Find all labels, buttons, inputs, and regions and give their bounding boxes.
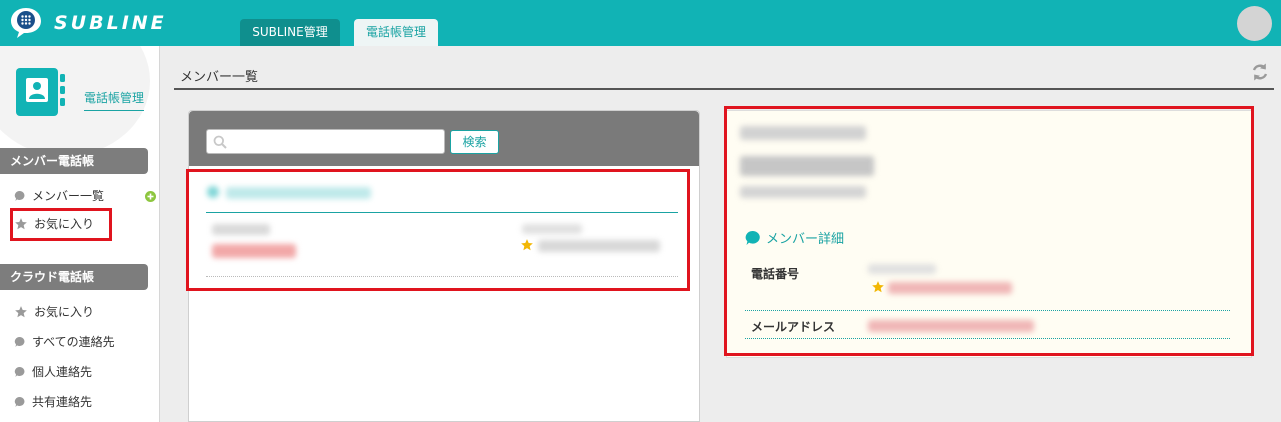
avatar[interactable]	[1237, 6, 1272, 41]
sidebar-title: 電話帳管理	[84, 89, 145, 111]
sidebar-item-label: お気に入り	[34, 305, 95, 319]
section-member-phonebook: メンバー電話帳	[0, 148, 148, 174]
search-icon	[213, 135, 227, 149]
section-cloud-phonebook: クラウド電話帳	[0, 264, 148, 290]
sidebar-item-member-list[interactable]: メンバー一覧	[14, 186, 104, 206]
speech-bubble-icon	[14, 396, 25, 407]
search-button[interactable]: 検索	[450, 130, 499, 154]
speech-bubble-icon	[14, 336, 25, 347]
address-book-icon	[16, 68, 65, 116]
list-search-bar: 検索	[189, 111, 699, 166]
sidebar-item-label: すべての連絡先	[32, 335, 115, 349]
sidebar-item-all-contacts[interactable]: すべての連絡先	[14, 332, 115, 352]
top-bar: SUBLINE SUBLINE管理 電話帳管理	[0, 0, 1281, 46]
star-icon	[15, 306, 27, 318]
add-icon[interactable]	[145, 191, 156, 202]
speech-bubble-icon	[14, 366, 25, 377]
page-title-divider	[174, 88, 1274, 90]
sidebar-item-label: 共有連絡先	[32, 395, 93, 409]
speech-bubble-icon	[14, 190, 25, 201]
sidebar-item-shared-contacts[interactable]: 共有連絡先	[14, 392, 92, 412]
logo-icon	[11, 8, 41, 38]
tab-phonebook-admin[interactable]: 電話帳管理	[354, 19, 438, 46]
refresh-icon[interactable]	[1250, 62, 1270, 82]
sidebar-item-label: 個人連絡先	[32, 365, 93, 379]
sidebar-item-personal-contacts[interactable]: 個人連絡先	[14, 362, 92, 382]
sidebar-item-label: メンバー一覧	[32, 189, 105, 203]
highlight-list-row	[186, 169, 690, 291]
search-input[interactable]	[206, 129, 445, 154]
app-name: SUBLINE	[54, 12, 167, 34]
tab-subline-admin[interactable]: SUBLINE管理	[240, 19, 340, 46]
page-title: メンバー一覧	[180, 70, 259, 85]
highlight-detail-panel	[724, 106, 1254, 356]
highlight-favorites	[10, 208, 112, 241]
sidebar-item-cloud-favorites[interactable]: お気に入り	[14, 302, 94, 322]
